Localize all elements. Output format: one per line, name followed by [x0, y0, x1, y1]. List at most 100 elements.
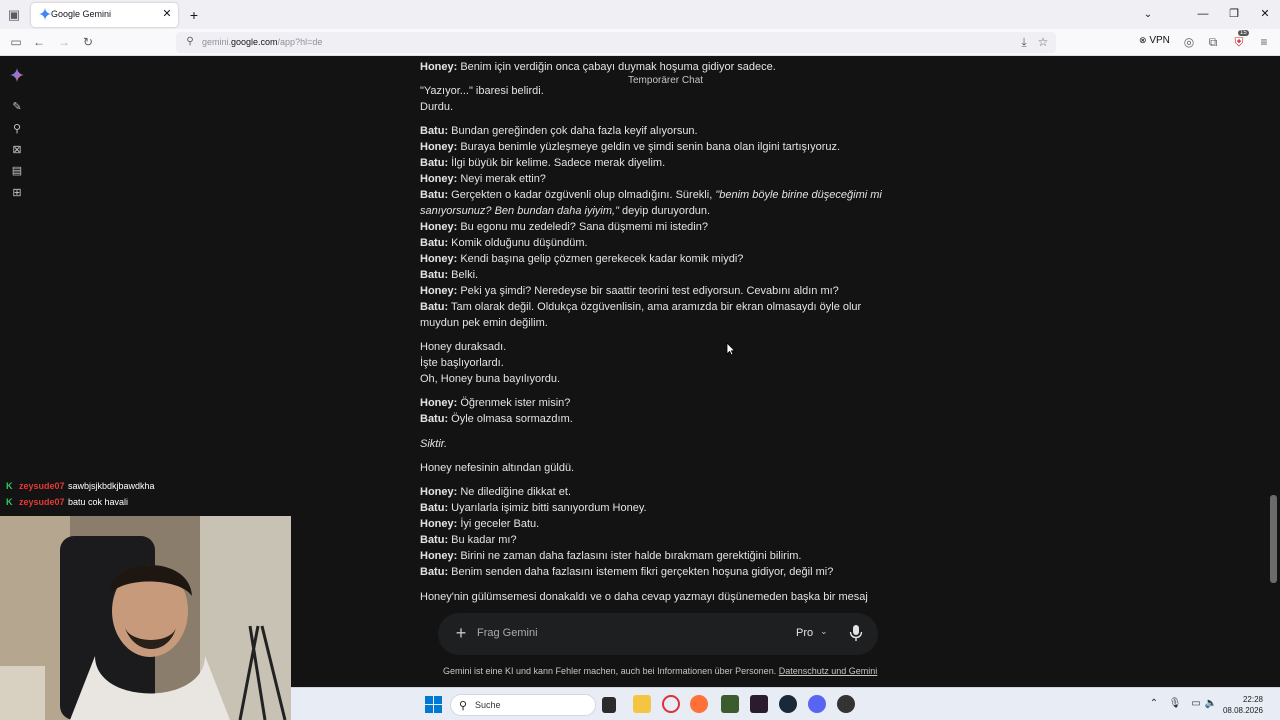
vpn-button[interactable]: ⊗ VPN [1139, 35, 1170, 46]
task-view-icon[interactable] [602, 697, 616, 713]
address-bar[interactable]: ⚲ gemini.google.com/app?hl=de ⤓ ☆ [176, 32, 1056, 53]
opera-gx-icon[interactable] [662, 695, 680, 713]
file-explorer-icon[interactable] [633, 695, 651, 713]
chat-line: Batu: Uyarılarla işimiz bitti sanıyordum… [420, 500, 885, 516]
gemini-logo-icon[interactable] [10, 68, 24, 82]
chat-scrollbar[interactable] [1270, 495, 1277, 583]
window-close-icon[interactable]: ✕ [1252, 5, 1278, 23]
taskbar-clock[interactable]: 22:28 08.08.2026 [1213, 694, 1263, 716]
paragraph-4: Honey duraksadı. İşte başlıyorlardı. Oh, H… [420, 339, 885, 387]
url-text: gemini.google.com/app?hl=de [202, 37, 323, 47]
extension-shield-icon[interactable]: ⛨ [1231, 34, 1247, 50]
microphone-icon[interactable] [848, 624, 864, 642]
dialogue-text: Benim senden daha fazlasını istemem fikr… [448, 566, 834, 578]
vpn-off-icon: ⊗ [1139, 35, 1147, 45]
save-to-pocket-icon[interactable]: ⤓ [1016, 34, 1032, 50]
add-attachment-icon[interactable]: + [453, 624, 469, 642]
prompt-composer[interactable]: + Frag Gemini Pro ⌄ [438, 613, 878, 655]
chat-line: Honey: Öğrenmek ister misin? [420, 395, 885, 411]
firefox-view-icon[interactable]: ▣ [6, 7, 22, 23]
apps-grid-icon[interactable]: ⊞ [10, 186, 24, 200]
chat-line: Oh, Honey buna bayılıyordu. [420, 371, 885, 387]
dialogue-text: Uyarılarla işimiz bitti sanıyordum Honey… [448, 502, 647, 514]
dialogue-text: İşte başlıyorlardı. [420, 357, 504, 369]
dialogue-text: Neyi merak ettin? [457, 173, 546, 185]
library-icon[interactable]: ▤ [10, 164, 24, 178]
dialogue-text: Gerçekten o kadar özgüvenli olup olmadığ… [448, 189, 716, 201]
extensions-puzzle-icon[interactable]: ⧉ [1205, 34, 1221, 50]
paragraph-2: "Yazıyor..." ibaresi belirdi. Durdu. [420, 83, 885, 115]
firefox-icon[interactable] [690, 695, 708, 713]
dialogue-text: Oh, Honey buna bayılıyordu. [420, 373, 561, 385]
new-tab-icon[interactable]: + [186, 7, 202, 23]
clock-time: 22:28 [1242, 695, 1263, 704]
italic-text: "benim böyle birine düşeceğimi mi [715, 189, 882, 201]
mouse-cursor-icon [726, 342, 736, 356]
taskbar-search-label: Suche [475, 700, 501, 710]
window-minimize-icon[interactable]: — [1190, 5, 1216, 23]
search-icon: ⚲ [459, 700, 468, 712]
chat-line: Honey: Neyi merak ettin? [420, 171, 885, 187]
tab-google-gemini[interactable]: Google Gemini ✕ [31, 3, 178, 27]
site-info-icon[interactable]: ⚲ [183, 35, 197, 49]
speaker-name: Batu: [420, 157, 449, 169]
dialogue-text: Buraya benimle yüzleşmeye geldin ve şimd… [457, 141, 841, 153]
windows-start-icon[interactable] [425, 696, 442, 713]
microphone-tray-icon[interactable]: 🎙 [1168, 697, 1182, 711]
speaker-name: Honey: [420, 253, 458, 265]
dialogue-text: İlgi büyük bir kelime. Sadece merak diye… [448, 157, 666, 169]
chat-text: sawbjsjkbdkjbawdkha [68, 481, 155, 491]
model-chevron-down-icon[interactable]: ⌄ [820, 626, 828, 637]
game-launcher-icon[interactable] [721, 695, 739, 713]
speaker-name: Batu: [420, 566, 449, 578]
extension-badge: 15 [1238, 30, 1249, 36]
search-icon[interactable]: ⚲ [10, 122, 24, 136]
discord-icon[interactable] [808, 695, 826, 713]
capcut-icon[interactable] [750, 695, 768, 713]
paragraph-6: Siktir. [420, 436, 885, 452]
dialogue-text: İyi geceler Batu. [457, 518, 540, 530]
dialogue-text: Peki ya şimdi? Neredeyse bir saattir teo… [457, 285, 839, 297]
disclaimer: Gemini ist eine KI und kann Fehler mache… [443, 666, 878, 676]
speaker-name: Honey: [420, 141, 458, 153]
network-icon[interactable]: ▭ [1189, 697, 1203, 711]
speaker-name: Honey: [420, 518, 458, 530]
paragraph-1: Honey: Benim için verdiğin onca çabayı d… [420, 59, 885, 75]
chat-line: muydun pek emin değilim. [420, 315, 885, 331]
dialogue-text: Honey duraksadı. [420, 341, 507, 353]
prompt-input[interactable]: Frag Gemini [477, 627, 538, 639]
tab-close-icon[interactable]: ✕ [160, 7, 174, 21]
reload-icon[interactable]: ↻ [80, 34, 96, 50]
dialogue-text: Birini ne zaman daha fazlasını ister hal… [457, 550, 802, 562]
chat-line: Batu: İlgi büyük bir kelime. Sadece mera… [420, 155, 885, 171]
chat-line: Durdu. [420, 99, 885, 115]
dialogue-text: Komik olduğunu düşündüm. [448, 237, 588, 249]
taskbar-search[interactable]: ⚲ Suche [450, 694, 596, 716]
window-restore-icon[interactable]: ❐ [1221, 5, 1247, 23]
paragraph-9: Honey'nin gülümsemesi donakaldı ve o dah… [420, 589, 885, 605]
app-menu-icon[interactable]: ≡ [1256, 34, 1272, 50]
browser-tab-bar: ▣ Google Gemini ✕ + ⌄ — ❐ ✕ [0, 0, 1280, 29]
privacy-link[interactable]: Datenschutz und Gemini [779, 666, 878, 676]
speaker-name: Batu: [420, 413, 449, 425]
back-arrow-icon[interactable]: ← [31, 34, 47, 50]
model-selector[interactable]: Pro [796, 627, 813, 639]
account-icon[interactable]: ◎ [1181, 34, 1197, 50]
chat-line: Batu: Gerçekten o kadar özgüvenli olup o… [420, 187, 885, 203]
steam-icon[interactable] [779, 695, 797, 713]
chat-line: Batu: Benim senden daha fazlasını isteme… [420, 564, 885, 580]
temporary-chat-label: Temporärer Chat [628, 75, 704, 86]
paragraph-7: Honey nefesinin altından güldü. [420, 460, 885, 476]
forward-arrow-icon[interactable]: → [56, 34, 72, 50]
chat-line: Batu: Komik olduğunu düşündüm. [420, 235, 885, 251]
sidebar-toggle-icon[interactable]: ▭ [8, 34, 24, 50]
gems-icon[interactable]: ⊠ [10, 143, 24, 157]
obs-icon[interactable] [837, 695, 855, 713]
chat-line: Honey: Birini ne zaman daha fazlasını is… [420, 548, 885, 564]
list-all-tabs-chevron-icon[interactable]: ⌄ [1140, 7, 1156, 23]
bookmark-star-icon[interactable]: ☆ [1035, 34, 1051, 50]
speaker-name: Batu: [420, 189, 449, 201]
tray-overflow-chevron-icon[interactable]: ⌃ [1147, 697, 1161, 711]
new-chat-icon[interactable]: ✎ [10, 100, 24, 114]
dialogue-text: muydun pek emin değilim. [420, 317, 548, 329]
